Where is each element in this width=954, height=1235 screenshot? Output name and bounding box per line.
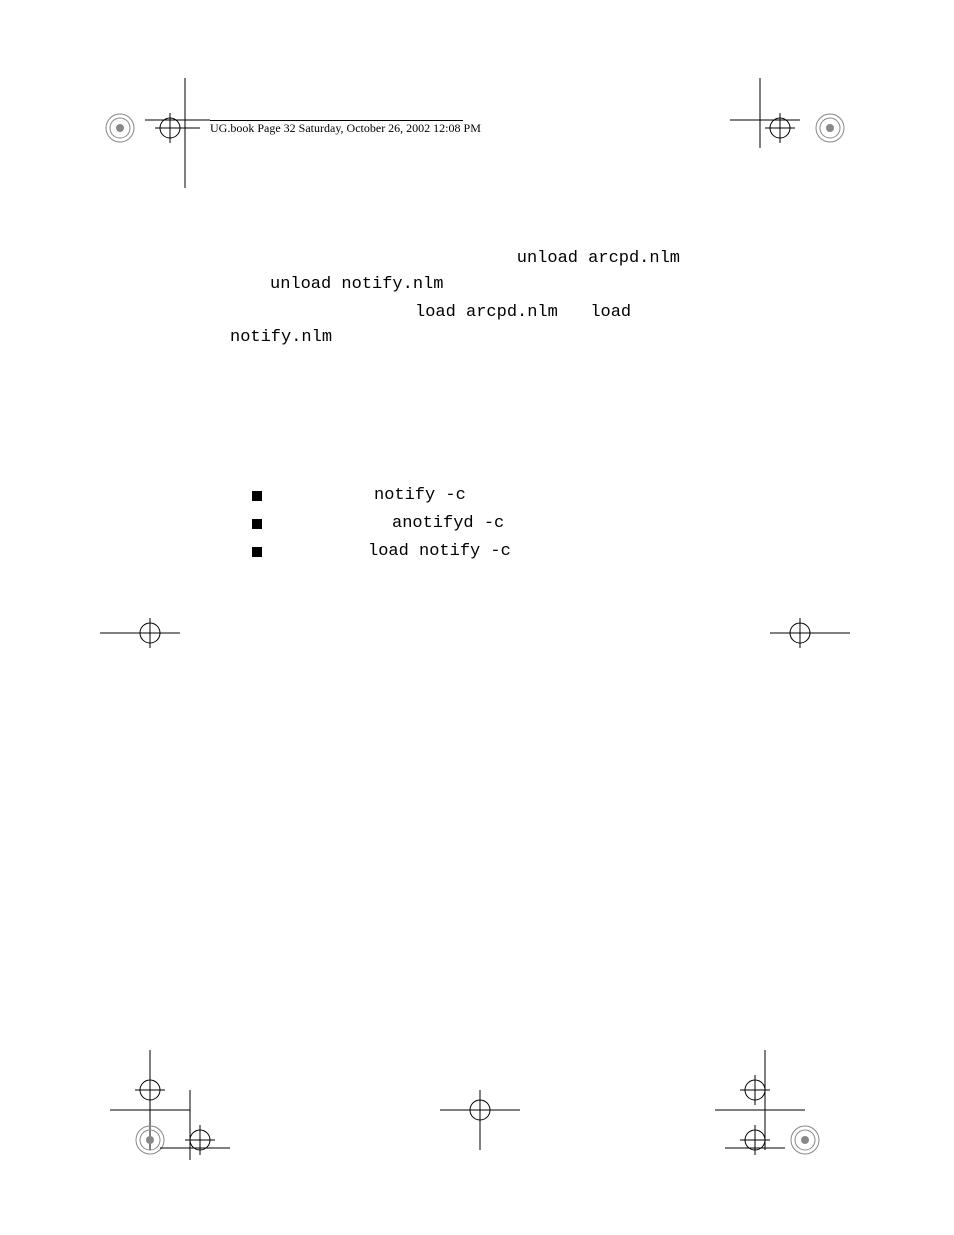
bullet-icon <box>252 519 262 529</box>
crop-mark-bottom-right <box>715 1030 865 1160</box>
code-load-arcpd: load arcpd.nlm <box>415 303 558 322</box>
code-notify-nlm: notify.nlm <box>230 328 332 347</box>
crop-mark-top-left <box>100 78 220 198</box>
crop-mark-bottom-left <box>100 1030 230 1160</box>
crop-mark-mid-right <box>760 595 860 675</box>
code-load-notify-c: load notify -c <box>368 540 511 564</box>
header-text: UG.book Page 32 Saturday, October 26, 20… <box>210 121 481 136</box>
crop-mark-mid-left-line <box>135 595 175 685</box>
code-load: load <box>590 303 631 322</box>
page-content: unload arcpd.nlm unload notify.nlm load … <box>230 245 750 568</box>
crop-mark-top-right <box>730 78 860 198</box>
list-item: load notify -c <box>230 540 750 564</box>
code-notify-c: notify -c <box>374 484 466 508</box>
bullet-icon <box>252 547 262 557</box>
code-unload-notify: unload notify.nlm <box>270 275 443 294</box>
code-anotifyd-c: anotifyd -c <box>392 512 504 536</box>
list-item: anotifyd -c <box>230 512 750 536</box>
crop-mark-bottom-center <box>440 1090 520 1160</box>
list-item: notify -c <box>230 484 750 508</box>
bullet-icon <box>252 491 262 501</box>
code-unload-arcpd: unload arcpd.nlm <box>517 249 680 268</box>
